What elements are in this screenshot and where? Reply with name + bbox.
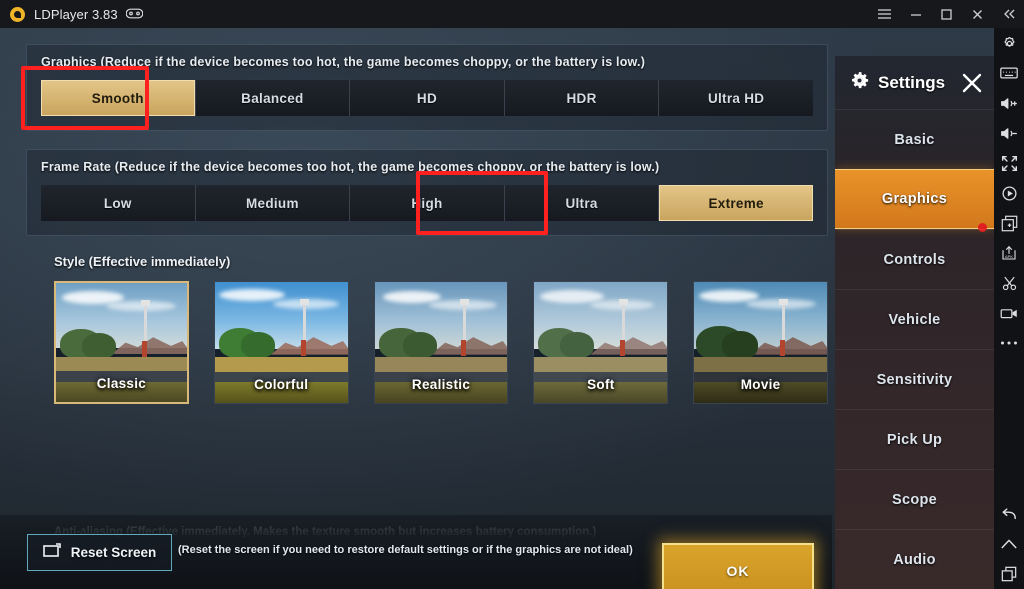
sidebar-item-graphics-label: Graphics xyxy=(881,191,948,207)
back-nav[interactable] xyxy=(994,499,1024,529)
sidebar-item-basic[interactable]: Basic xyxy=(835,109,994,169)
style-label-movie: Movie xyxy=(740,377,781,392)
frame-rate-section-label: Frame Rate (Reduce if the device becomes… xyxy=(41,160,660,174)
screenshot-tool[interactable] xyxy=(994,268,1024,298)
sidebar-item-sensitivity[interactable]: Sensitivity xyxy=(835,349,994,409)
style-option-colorful[interactable]: Colorful xyxy=(213,281,349,404)
ldplayer-logo-icon xyxy=(10,6,25,22)
frame-rate-options: Low Medium High Ultra Extreme xyxy=(41,185,813,221)
ok-button-label: OK xyxy=(726,563,750,579)
gamepad-icon xyxy=(125,7,144,21)
settings-close-button[interactable] xyxy=(958,69,986,97)
volume-down-tool[interactable] xyxy=(994,118,1024,148)
emulator-toolbar: APK xyxy=(994,28,1024,589)
style-label-colorful: Colorful xyxy=(254,377,309,392)
maximize-button[interactable] xyxy=(931,0,962,28)
close-button[interactable] xyxy=(962,0,993,28)
fullscreen-tool[interactable] xyxy=(994,148,1024,178)
frame-rate-section: Frame Rate (Reduce if the device becomes… xyxy=(26,149,828,236)
graphics-quality-options: Smooth Balanced HD HDR Ultra HD xyxy=(41,80,813,116)
style-option-classic[interactable]: Classic xyxy=(54,281,189,404)
emulator-screen: Graphics (Reduce if the device becomes t… xyxy=(0,28,994,589)
style-section: Style (Effective immediately) Classic Co… xyxy=(26,254,829,404)
home-nav[interactable] xyxy=(994,529,1024,559)
settings-tool[interactable] xyxy=(994,28,1024,58)
style-option-movie[interactable]: Movie xyxy=(693,281,829,404)
graphics-option-ultra-hd[interactable]: Ultra HD xyxy=(659,80,813,116)
graphics-option-balanced[interactable]: Balanced xyxy=(195,80,351,116)
sidebar-item-scope[interactable]: Scope xyxy=(835,469,994,529)
settings-title: Settings xyxy=(878,72,946,92)
recents-nav[interactable] xyxy=(994,559,1024,589)
graphics-option-hdr[interactable]: HDR xyxy=(504,80,660,116)
style-label-realistic: Realistic xyxy=(411,377,471,392)
frame-rate-option-extreme[interactable]: Extreme xyxy=(659,185,813,221)
reset-screen-button[interactable]: Reset Screen xyxy=(27,534,172,571)
style-option-realistic[interactable]: Realistic xyxy=(373,281,509,404)
style-section-label: Style (Effective immediately) xyxy=(54,254,231,269)
sidebar-item-pick-up[interactable]: Pick Up xyxy=(835,409,994,469)
window-controls xyxy=(869,0,1024,28)
screen-reset-icon xyxy=(42,542,63,563)
minimize-button[interactable] xyxy=(900,0,931,28)
more-tools[interactable] xyxy=(994,328,1024,358)
reset-screen-label: Reset Screen xyxy=(70,545,157,560)
frame-rate-option-medium[interactable]: Medium xyxy=(195,185,351,221)
gear-icon xyxy=(848,69,871,97)
ok-button[interactable]: OK xyxy=(662,543,814,589)
style-label-soft: Soft xyxy=(587,377,615,392)
volume-up-tool[interactable] xyxy=(994,88,1024,118)
graphics-option-hd[interactable]: HD xyxy=(350,80,505,116)
menu-button[interactable] xyxy=(869,0,900,28)
frame-rate-option-low[interactable]: Low xyxy=(41,185,196,221)
title-bar: LDPlayer 3.83 xyxy=(0,0,1024,28)
keyboard-mapping-tool[interactable] xyxy=(994,58,1024,88)
install-apk-tool[interactable]: APK xyxy=(994,238,1024,268)
frame-rate-option-high[interactable]: High xyxy=(350,185,505,221)
sidebar-item-vehicle[interactable]: Vehicle xyxy=(835,289,994,349)
style-label-classic: Classic xyxy=(96,376,147,391)
reset-screen-hint: (Reset the screen if you need to restore… xyxy=(178,544,633,556)
rotate-screen-tool[interactable] xyxy=(994,178,1024,208)
graphics-quality-section: Graphics (Reduce if the device becomes t… xyxy=(21,44,828,131)
sidebar-item-controls[interactable]: Controls xyxy=(835,229,994,289)
style-thumbnails: Classic Colorful Realistic Soft Movie xyxy=(54,281,829,404)
graphics-option-smooth[interactable]: Smooth xyxy=(41,80,196,116)
record-tool[interactable] xyxy=(994,298,1024,328)
style-option-soft[interactable]: Soft xyxy=(533,281,669,404)
graphics-section-label: Graphics (Reduce if the device becomes t… xyxy=(41,55,646,69)
sidebar-item-graphics[interactable]: Graphics xyxy=(835,169,994,232)
svg-text:APK: APK xyxy=(1005,254,1013,259)
sidebar-item-audio[interactable]: Audio xyxy=(835,529,994,589)
app-title: LDPlayer 3.83 xyxy=(34,6,118,22)
collapse-toolbar-button[interactable] xyxy=(993,0,1024,28)
multi-instance-tool[interactable] xyxy=(994,208,1024,238)
settings-sidebar: Settings Basic Graphics Controls Vehicle… xyxy=(835,56,994,589)
frame-rate-option-ultra[interactable]: Ultra xyxy=(504,185,660,221)
graphics-settings-panel: Graphics (Reduce if the device becomes t… xyxy=(21,44,829,529)
settings-header: Settings xyxy=(835,56,994,109)
